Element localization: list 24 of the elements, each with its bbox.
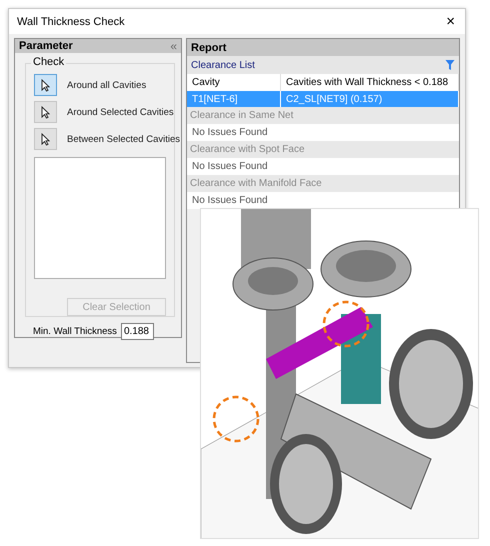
cursor-icon xyxy=(41,132,50,146)
section-title: Clearance with Manifold Face xyxy=(187,175,459,192)
section-title: Clearance in Same Net xyxy=(187,107,459,124)
group-label: Check xyxy=(31,56,66,68)
mode-label: Around Selected Cavities xyxy=(67,106,174,118)
mode-button[interactable] xyxy=(34,128,57,150)
close-button[interactable]: × xyxy=(444,13,457,30)
mode-button[interactable] xyxy=(34,74,57,96)
status-message: No Issues Found xyxy=(187,192,459,209)
thickness-field[interactable]: 0.188 xyxy=(120,323,154,340)
section-title: Clearance with Spot Face xyxy=(187,141,459,158)
mode-label: Around all Cavities xyxy=(67,80,146,90)
panel-title: Parameter xyxy=(19,40,73,52)
status-message: No Issues Found xyxy=(187,158,459,175)
panel-title: Report xyxy=(191,42,226,54)
filter-icon[interactable] xyxy=(445,59,455,71)
cursor-icon xyxy=(41,78,50,92)
mode-button[interactable] xyxy=(34,101,57,123)
cursor-icon xyxy=(41,106,50,118)
status-message: No Issues Found xyxy=(187,124,459,141)
section-title: Clearance List xyxy=(191,60,255,70)
field-label: Min. Wall Thickness xyxy=(33,326,117,337)
window-title: Wall Thickness Check xyxy=(17,16,125,28)
mode-label: Between Selected Cavities xyxy=(67,134,180,144)
